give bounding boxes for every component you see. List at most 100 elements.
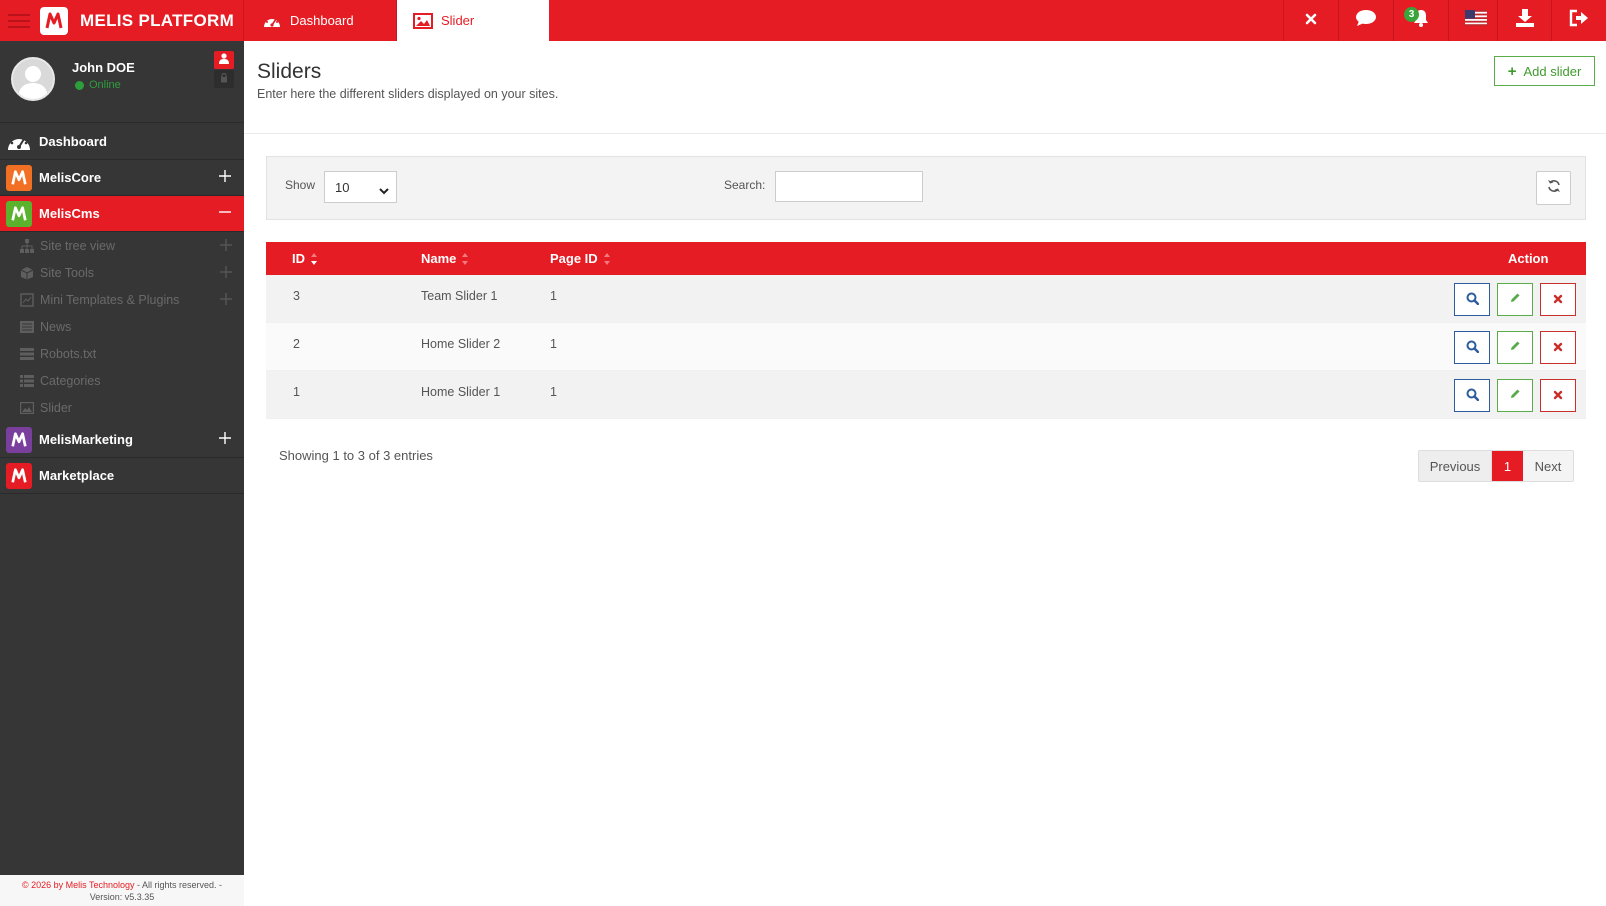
table-info: Showing 1 to 3 of 3 entries (279, 448, 433, 463)
search-label: Search: (724, 178, 766, 192)
cell-page-id: 1 (550, 337, 557, 351)
page-length-value: 10 (335, 179, 350, 195)
previous-page-button[interactable]: Previous (1419, 451, 1492, 481)
delete-button[interactable] (1540, 283, 1576, 316)
pencil-icon (1509, 388, 1521, 403)
version-text: Version: v5.3.35 (89, 892, 155, 902)
column-header-page-id[interactable]: Page ID (550, 251, 611, 266)
chevron-down-icon (379, 183, 389, 198)
hamburger-menu-icon[interactable] (8, 10, 30, 30)
edit-button[interactable] (1497, 283, 1533, 316)
copyright-link[interactable]: © 2026 by Melis Technology (22, 880, 135, 890)
tab-slider-label: Slider (441, 13, 475, 28)
notification-badge: 3 (1404, 7, 1419, 22)
messages-button[interactable] (1338, 0, 1393, 41)
cell-name: Home Slider 2 (421, 337, 501, 351)
user-name: John DOE (72, 60, 135, 75)
language-selector[interactable] (1448, 0, 1503, 41)
sidebar-item-label: Categories (40, 373, 101, 388)
table-row[interactable]: 3 Team Slider 1 1 (266, 275, 1586, 323)
edit-button[interactable] (1497, 379, 1533, 412)
template-icon (20, 292, 34, 307)
sidebar-item-label: Robots.txt (40, 346, 97, 361)
download-button[interactable] (1497, 0, 1552, 41)
pencil-icon (1509, 292, 1521, 307)
sidebar-item-site-tree-view[interactable]: Site tree view (0, 232, 244, 259)
column-header-name[interactable]: Name (421, 251, 469, 266)
notifications-button[interactable]: 3 (1393, 0, 1448, 41)
delete-button[interactable] (1540, 379, 1576, 412)
page-button-current[interactable]: 1 (1492, 451, 1523, 481)
sidebar-item-label: Site Tools (40, 265, 94, 280)
user-icon (219, 51, 229, 69)
view-button[interactable] (1454, 283, 1490, 316)
page-description: Enter here the different sliders display… (257, 87, 559, 101)
lock-button[interactable] (214, 70, 234, 88)
sidebar-item-news[interactable]: News (0, 313, 244, 340)
plus-icon[interactable] (220, 239, 232, 251)
page-title: Sliders (257, 60, 322, 83)
edit-button[interactable] (1497, 331, 1533, 364)
sidebar-item-meliscms-label: MelisCms (39, 206, 100, 221)
newspaper-icon (20, 320, 34, 334)
show-label: Show (285, 178, 316, 192)
cell-id: 1 (293, 385, 300, 399)
sort-desc-icon (310, 252, 318, 266)
pencil-icon (1509, 340, 1521, 355)
delete-button[interactable] (1540, 331, 1576, 364)
column-header-id[interactable]: ID (292, 251, 318, 266)
sidebar-item-dashboard-label: Dashboard (39, 134, 107, 149)
add-slider-button[interactable]: + Add slider (1494, 56, 1595, 86)
view-button[interactable] (1454, 379, 1490, 412)
plus-icon[interactable] (218, 431, 232, 445)
table-row[interactable]: 1 Home Slider 1 1 (266, 371, 1586, 419)
plus-icon[interactable] (220, 266, 232, 278)
top-bar: MELIS PLATFORM Dashboard Slider 3 (0, 0, 1606, 41)
sidebar-item-meliscore-label: MelisCore (39, 170, 102, 185)
avatar[interactable] (11, 57, 55, 101)
column-header-page-id-label: Page ID (550, 251, 598, 266)
logout-button[interactable] (1551, 0, 1606, 41)
tab-dashboard[interactable]: Dashboard (243, 0, 397, 41)
sidebar-item-site-tools[interactable]: Site Tools (0, 259, 244, 286)
sidebar-item-dashboard[interactable]: Dashboard (0, 124, 244, 160)
table-header: ID Name Page ID Action (266, 242, 1586, 275)
sidebar-item-categories[interactable]: Categories (0, 367, 244, 394)
user-status-label: Online (89, 79, 121, 91)
cell-id: 2 (293, 337, 300, 351)
table-row[interactable]: 2 Home Slider 2 1 (266, 323, 1586, 371)
search-input[interactable] (775, 171, 923, 202)
plus-icon[interactable] (218, 169, 232, 183)
sidebar-item-meliscore[interactable]: MelisCore (0, 160, 244, 196)
cell-page-id: 1 (550, 289, 557, 303)
minus-icon[interactable] (218, 205, 232, 219)
next-page-button[interactable]: Next (1523, 451, 1573, 481)
brand[interactable]: MELIS PLATFORM (40, 6, 234, 35)
page-length-select[interactable]: 10 (324, 171, 397, 203)
sidebar-item-marketplace[interactable]: Marketplace (0, 458, 244, 494)
plus-icon[interactable] (220, 293, 232, 305)
sidebar-item-label: Slider (40, 400, 72, 415)
view-button[interactable] (1454, 331, 1490, 364)
pagination: Previous 1 Next (1418, 450, 1574, 482)
brand-name: MELIS PLATFORM (80, 10, 235, 30)
sitemap-icon (20, 238, 34, 253)
sidebar-item-robots[interactable]: Robots.txt (0, 340, 244, 367)
sidebar-item-melismarketing[interactable]: MelisMarketing (0, 422, 244, 458)
dashboard-icon (6, 129, 32, 155)
close-icon (1553, 293, 1563, 307)
us-flag-icon (1465, 10, 1487, 31)
close-icon (1553, 389, 1563, 403)
image-icon (20, 401, 34, 415)
refresh-button[interactable] (1536, 171, 1571, 205)
user-profile: John DOE Online (0, 41, 244, 123)
sidebar-item-slider[interactable]: Slider (0, 394, 244, 421)
close-tabs-button[interactable] (1283, 0, 1338, 41)
sidebar-item-mini-templates[interactable]: Mini Templates & Plugins (0, 286, 244, 313)
user-profile-button[interactable] (214, 51, 234, 69)
sidebar-item-meliscms[interactable]: MelisCms (0, 196, 244, 232)
cell-page-id: 1 (550, 385, 557, 399)
close-icon (1553, 341, 1563, 355)
refresh-icon (1547, 179, 1561, 198)
tab-slider[interactable]: Slider (397, 0, 549, 41)
